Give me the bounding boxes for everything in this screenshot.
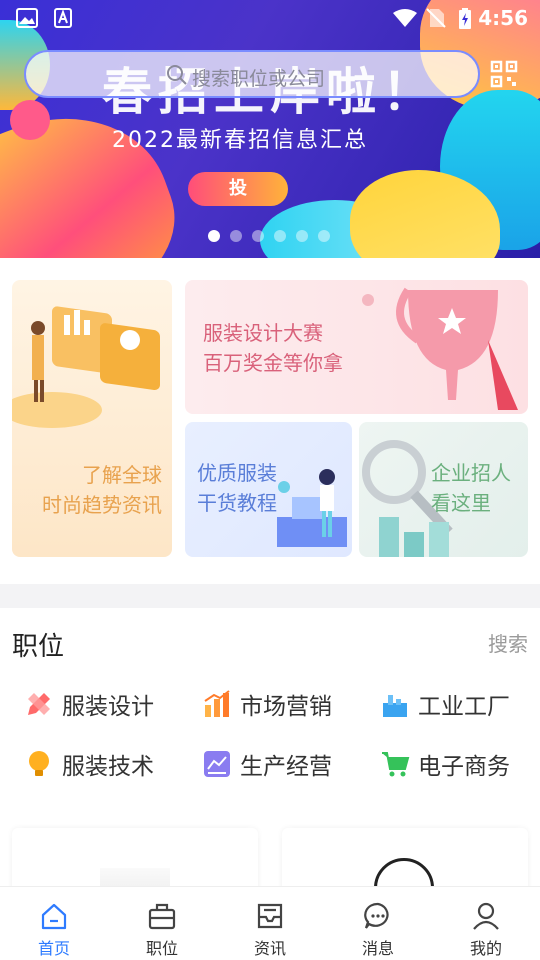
category-label: 服装设计 [62, 694, 154, 720]
category-label: 服装技术 [62, 754, 154, 780]
nav-jobs[interactable]: 职位 [108, 887, 216, 960]
nav-news[interactable]: 资讯 [216, 887, 324, 960]
jobs-search-link[interactable]: 搜索 [488, 628, 528, 657]
nav-label: 首页 [37, 939, 70, 958]
card-line: 优质服装 [197, 461, 277, 485]
gallery-icon [16, 8, 38, 28]
bar-chart-icon [204, 690, 230, 717]
global-trends-text: 了解全球 时尚趋势资讯 [34, 460, 162, 520]
inbox-icon [257, 903, 283, 929]
recruit-card[interactable]: 企业招人 看这里 [359, 422, 528, 557]
category-label: 市场营销 [240, 694, 332, 720]
user-icon [473, 902, 499, 930]
card-line: 企业招人 [431, 461, 511, 485]
category-production[interactable]: 生产经营 [202, 744, 332, 784]
search-placeholder: 搜索职位或公司 [192, 68, 326, 90]
card-line: 看这里 [431, 491, 491, 515]
design-contest-card[interactable]: 服装设计大赛 百万奖金等你拿 [185, 280, 528, 414]
banner-cta-button[interactable]: 投 [188, 172, 288, 206]
cart-icon [382, 752, 410, 777]
nav-messages[interactable]: 消息 [324, 887, 432, 960]
card-line: 服装设计大赛 [203, 321, 323, 345]
card-line: 时尚趋势资讯 [42, 493, 162, 517]
trends-illustration-icon [12, 306, 160, 428]
nav-label: 消息 [361, 939, 394, 958]
tutorials-text: 优质服装 干货教程 [197, 458, 277, 518]
carousel-dot[interactable] [296, 230, 308, 242]
nav-profile[interactable]: 我的 [432, 887, 540, 960]
tutorials-card[interactable]: 优质服装 干货教程 [185, 422, 352, 557]
carousel-dot[interactable] [208, 230, 220, 242]
carousel-dots [208, 230, 330, 242]
trophy-icon [362, 287, 518, 410]
production-icon [204, 751, 230, 777]
text-app-icon [54, 8, 72, 28]
category-industrial[interactable]: 工业工厂 [380, 684, 510, 724]
tutorial-illustration-icon [277, 469, 347, 547]
banner-carousel[interactable]: 春招上岸啦！ 2022最新春招信息汇总 投 [0, 0, 540, 258]
global-trends-card[interactable]: 了解全球 时尚趋势资讯 [12, 280, 172, 557]
factory-icon [383, 695, 407, 717]
card-line: 干货教程 [197, 491, 277, 515]
carousel-dot[interactable] [274, 230, 286, 242]
carousel-dot[interactable] [318, 230, 330, 242]
category-label: 电子商务 [418, 754, 510, 780]
category-label: 工业工厂 [418, 694, 510, 720]
wifi-icon [393, 9, 417, 27]
nav-label: 资讯 [253, 939, 286, 958]
category-label: 生产经营 [240, 754, 332, 780]
nav-label: 我的 [469, 939, 502, 958]
status-bar: 4:56 [0, 0, 540, 36]
category-fashion-tech[interactable]: 服装技术 [24, 744, 154, 784]
card-line: 百万奖金等你拿 [203, 351, 343, 375]
search-icon [167, 65, 187, 85]
lightbulb-icon [29, 751, 49, 776]
card-line: 了解全球 [82, 463, 162, 487]
category-ecommerce[interactable]: 电子商务 [380, 744, 510, 784]
carousel-dot[interactable] [252, 230, 264, 242]
status-time: 4:56 [478, 6, 528, 30]
nav-home[interactable]: 首页 [0, 887, 108, 960]
recruit-text: 企业招人 看这里 [431, 458, 511, 518]
category-marketing[interactable]: 市场营销 [202, 684, 332, 724]
pencil-ruler-icon [28, 693, 50, 715]
home-icon [41, 903, 67, 930]
banner-subtitle: 2022最新春招信息汇总 [112, 128, 368, 153]
nav-label: 职位 [145, 939, 178, 958]
message-icon [364, 902, 389, 929]
category-fashion-design[interactable]: 服装设计 [24, 684, 154, 724]
search-input[interactable]: 搜索职位或公司 [24, 50, 480, 98]
jobs-title: 职位 [12, 632, 65, 662]
qr-scan-icon[interactable] [490, 60, 518, 88]
no-sim-icon [426, 8, 446, 28]
feature-section: 了解全球 时尚趋势资讯 服装设计大赛 百万奖金等你拿 优质服装 干货教程 企业招… [0, 258, 540, 584]
bottom-navigation: 首页 职位 资讯 消息 我的 [0, 886, 540, 960]
carousel-dot[interactable] [230, 230, 242, 242]
battery-charging-icon [459, 8, 471, 29]
briefcase-icon [148, 903, 176, 930]
design-contest-text: 服装设计大赛 百万奖金等你拿 [203, 318, 343, 378]
